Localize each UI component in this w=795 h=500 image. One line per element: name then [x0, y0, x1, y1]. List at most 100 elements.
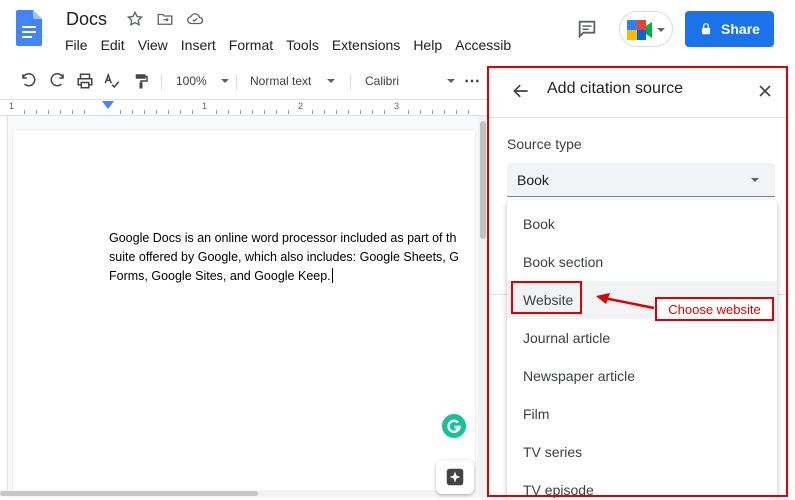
option-book-section[interactable]: Book section	[507, 243, 777, 281]
ruler-tick	[360, 110, 361, 114]
back-arrow-icon[interactable]	[511, 81, 531, 101]
source-type-label: Source type	[507, 136, 582, 152]
option-tv-series[interactable]: TV series	[507, 433, 777, 471]
spellcheck-icon	[104, 72, 120, 89]
ruler-tick	[468, 110, 469, 114]
toolbar-divider	[161, 74, 162, 90]
vertical-ruler	[0, 116, 8, 497]
paint-format-button[interactable]	[132, 62, 150, 100]
paint-format-icon	[135, 74, 148, 89]
explore-icon	[446, 468, 464, 486]
print-icon	[77, 73, 93, 89]
document-page[interactable]	[13, 130, 475, 497]
ruler-tick	[456, 110, 457, 114]
document-canvas	[0, 116, 488, 497]
docs-logo-icon[interactable]	[16, 10, 42, 46]
redo-button[interactable]	[48, 62, 66, 100]
toolbar: 100% Normal text Calibri ⋯	[0, 62, 488, 100]
scrollbar-thumb[interactable]	[480, 121, 486, 239]
menu-view[interactable]: View	[138, 37, 168, 53]
chevron-down-icon	[327, 79, 336, 83]
menu-bar: File Edit View Insert Format Tools Exten…	[65, 37, 524, 53]
star-icon[interactable]	[126, 10, 144, 28]
horizontal-scrollbar[interactable]	[0, 490, 478, 497]
option-film[interactable]: Film	[507, 395, 777, 433]
font-select[interactable]: Calibri	[365, 62, 456, 100]
grammarly-button[interactable]	[442, 414, 466, 438]
grammarly-icon	[447, 419, 461, 433]
source-type-dropdown: Book Book section Website Journal articl…	[507, 200, 777, 500]
print-button[interactable]	[76, 62, 94, 100]
undo-button[interactable]	[20, 62, 38, 100]
option-journal-article[interactable]: Journal article	[507, 319, 777, 357]
ruler-tick	[48, 110, 49, 114]
zoom-value: 100%	[176, 74, 207, 88]
option-newspaper-article[interactable]: Newspaper article	[507, 357, 777, 395]
redo-icon	[50, 73, 64, 87]
menu-insert[interactable]: Insert	[181, 37, 216, 53]
cloud-saved-icon[interactable]	[186, 10, 204, 28]
menu-edit[interactable]: Edit	[101, 37, 125, 53]
share-button[interactable]: Share	[685, 11, 774, 47]
meet-button[interactable]	[619, 11, 673, 47]
ruler-tick	[72, 110, 73, 114]
comment-history-icon[interactable]	[576, 18, 598, 40]
document-line-last: Forms, Google Sites, and Google Keep.	[109, 267, 489, 286]
ruler-tick	[168, 110, 169, 114]
ruler-tick	[312, 110, 313, 114]
ruler-tick	[132, 110, 133, 114]
explore-button[interactable]	[436, 460, 474, 494]
panel-title: Add citation source	[547, 80, 684, 97]
ruler-tick	[156, 110, 157, 114]
document-body[interactable]: Google Docs is an online word processor …	[109, 229, 489, 286]
share-label: Share	[721, 21, 760, 37]
document-line: Forms, Google Sites, and Google Keep.	[109, 269, 331, 283]
meet-icon	[627, 20, 665, 40]
ruler-tick	[180, 110, 181, 114]
menu-format[interactable]: Format	[229, 37, 273, 53]
text-cursor	[331, 268, 333, 283]
ruler-tick	[444, 110, 445, 114]
annotation-arrow-icon	[596, 293, 655, 310]
ruler-tick	[120, 110, 121, 114]
chevron-down-icon	[220, 79, 229, 83]
ruler-tick	[336, 110, 337, 114]
ruler-tick	[24, 110, 25, 114]
ruler-mark: 3	[394, 101, 400, 111]
ruler-tick	[372, 110, 373, 114]
ruler-tick	[264, 110, 265, 114]
scrollbar-thumb[interactable]	[0, 491, 258, 496]
document-line: suite offered by Google, which also incl…	[109, 250, 459, 264]
vertical-scrollbar[interactable]	[478, 116, 488, 497]
option-book[interactable]: Book	[507, 205, 777, 243]
menu-help[interactable]: Help	[413, 37, 442, 53]
ruler-tick	[276, 110, 277, 114]
zoom-select[interactable]: 100%	[176, 62, 229, 100]
document-title[interactable]: Docs	[66, 9, 107, 30]
source-type-select[interactable]: Book	[507, 163, 775, 197]
undo-icon	[22, 73, 36, 87]
horizontal-ruler: 1 1 2 3	[0, 100, 488, 116]
ruler-tick	[36, 110, 37, 114]
menu-tools[interactable]: Tools	[286, 37, 319, 53]
ruler-tick	[84, 110, 85, 114]
more-options-button[interactable]: ⋯	[464, 62, 480, 100]
option-tv-episode[interactable]: TV episode	[507, 471, 777, 500]
annotation-highlight-box	[511, 281, 582, 314]
close-icon[interactable]	[755, 81, 775, 101]
ruler-tick	[408, 110, 409, 114]
move-folder-icon[interactable]	[156, 10, 174, 28]
menu-accessibility[interactable]: Accessib	[455, 37, 511, 53]
style-select[interactable]: Normal text	[250, 62, 336, 100]
ruler-tick	[288, 110, 289, 114]
spellcheck-button[interactable]	[103, 62, 121, 100]
indent-marker-icon[interactable]	[102, 101, 114, 111]
ruler-mark: 1	[9, 101, 15, 111]
chevron-down-icon	[751, 178, 759, 182]
ruler-tick	[240, 110, 241, 114]
menu-extensions[interactable]: Extensions	[332, 37, 400, 53]
ruler-tick	[420, 110, 421, 114]
panel-header: Add citation source	[489, 66, 789, 118]
menu-file[interactable]: File	[65, 37, 88, 53]
ruler-tick	[228, 110, 229, 114]
